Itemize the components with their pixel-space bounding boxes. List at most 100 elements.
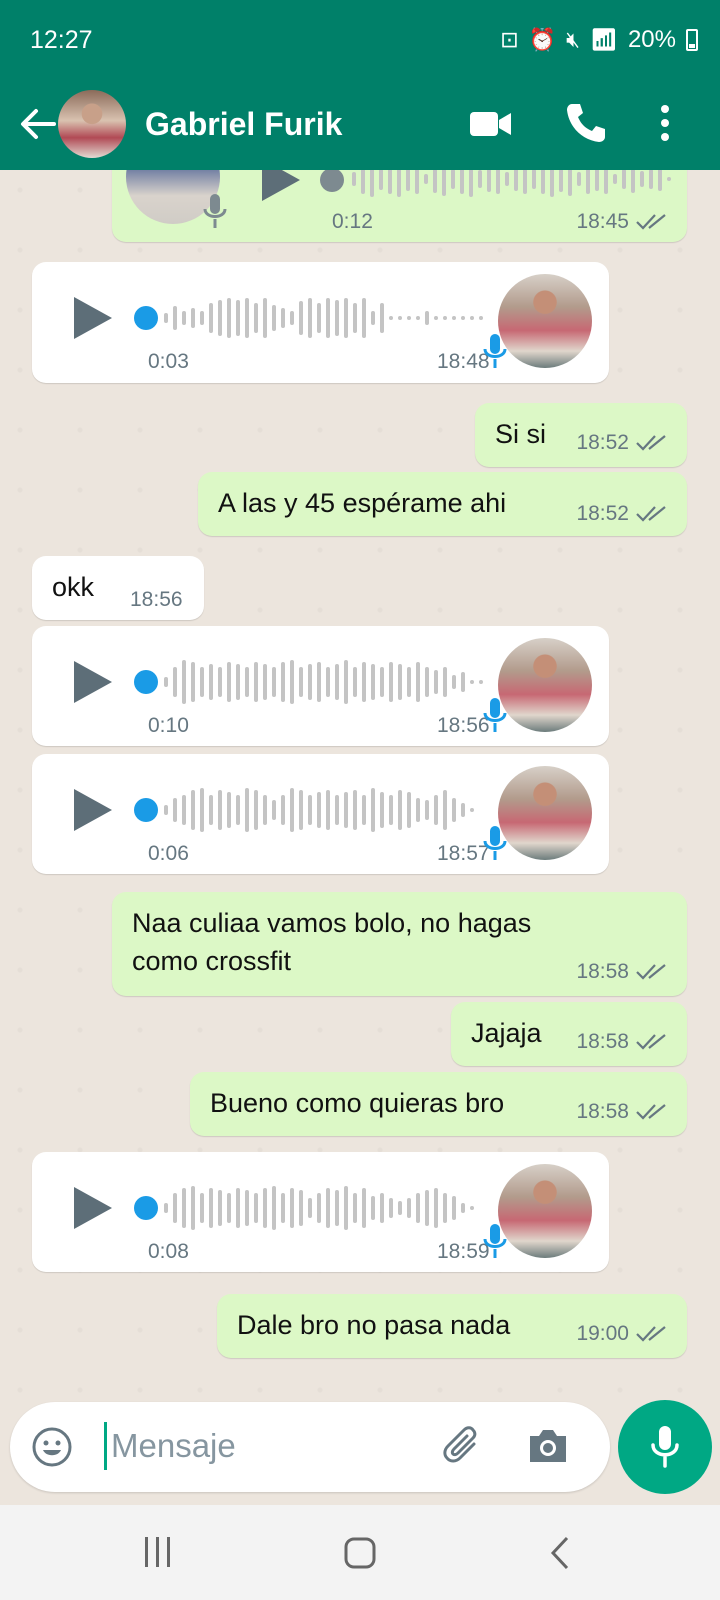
message-meta: 18:45 (576, 210, 669, 234)
message-text: A las y 45 espérame ahi (218, 488, 507, 518)
message-text: Dale bro no pasa nada (237, 1310, 511, 1340)
message-time: 18:52 (576, 502, 629, 525)
mic-icon (483, 698, 507, 732)
message-meta: 18:52 (576, 431, 669, 455)
play-button[interactable] (74, 661, 112, 703)
text-message-in[interactable]: okk 18:56 (32, 556, 204, 620)
progress-dot[interactable] (134, 1196, 158, 1220)
chat-area[interactable]: 0:12 18:45 0:03 18:48 Si si 18:52 A las … (0, 170, 720, 1400)
sender-avatar (498, 638, 592, 732)
message-meta: 19:00 (576, 1322, 669, 1346)
camera-icon[interactable] (526, 1426, 570, 1466)
read-ticks-icon (636, 1034, 666, 1050)
play-button[interactable] (74, 1187, 112, 1229)
status-time: 12:27 (30, 26, 93, 54)
back-arrow-icon[interactable] (14, 100, 62, 148)
voice-message-in[interactable]: 0:10 18:56 (32, 626, 609, 746)
text-message-out[interactable]: Jajaja 18:58 (451, 1002, 687, 1066)
mic-icon (483, 334, 507, 368)
waveform[interactable] (164, 787, 474, 833)
voice-record-button[interactable] (618, 1400, 712, 1494)
read-ticks-icon (636, 214, 666, 230)
emoji-icon[interactable] (30, 1425, 74, 1469)
text-message-out[interactable]: Dale bro no pasa nada 19:00 (217, 1294, 687, 1358)
read-ticks-icon (636, 435, 666, 451)
video-call-icon[interactable] (466, 98, 516, 148)
message-meta: 18:58 (576, 1030, 669, 1054)
mic-icon (651, 1426, 679, 1468)
waveform[interactable] (164, 295, 483, 341)
message-text: okk (52, 572, 95, 602)
text-message-out[interactable]: Si si 18:52 (475, 403, 687, 467)
read-ticks-icon (636, 964, 666, 980)
voice-message-in[interactable]: 0:08 18:59 (32, 1152, 609, 1272)
message-time: 18:45 (576, 210, 629, 233)
voice-duration: 0:12 (332, 210, 373, 233)
voice-duration: 0:06 (148, 842, 189, 865)
system-nav-bar (0, 1505, 720, 1600)
alarm-icon: ⏰ (528, 27, 557, 52)
message-time: 19:00 (576, 1322, 629, 1345)
read-ticks-icon (636, 1104, 666, 1120)
text-message-out[interactable]: A las y 45 espérame ahi 18:52 (198, 472, 687, 536)
contact-name[interactable]: Gabriel Furik (145, 106, 342, 143)
progress-dot[interactable] (134, 798, 158, 822)
message-composer[interactable]: Mensaje (10, 1402, 610, 1492)
contact-avatar[interactable] (58, 90, 126, 158)
message-time: 18:58 (576, 1030, 629, 1053)
mute-icon: 🔇︎ (566, 27, 581, 52)
play-button[interactable] (74, 297, 112, 339)
recent-apps-icon[interactable] (142, 1535, 174, 1569)
progress-dot[interactable] (134, 306, 158, 330)
sender-avatar (498, 1164, 592, 1258)
voice-message-in[interactable]: 0:03 18:48 (32, 262, 609, 383)
message-time: 18:58 (576, 1100, 629, 1123)
read-ticks-icon (636, 506, 666, 522)
message-meta: 18:52 (576, 502, 669, 526)
play-button[interactable] (74, 789, 112, 831)
mic-icon (483, 1224, 507, 1258)
message-text: Bueno como quieras bro (210, 1088, 505, 1118)
text-message-out[interactable]: Bueno como quieras bro 18:58 (190, 1072, 687, 1136)
message-text: Si si (495, 419, 547, 449)
message-time: 18:52 (576, 431, 629, 454)
play-button[interactable] (262, 170, 300, 201)
chat-header: Gabriel Furik (0, 80, 720, 170)
nav-back-icon[interactable] (548, 1535, 572, 1571)
waveform[interactable] (164, 659, 483, 705)
message-time: 18:58 (576, 960, 629, 983)
wifi-icon: 📶︎ (590, 27, 618, 52)
message-time: 18:56 (130, 588, 183, 611)
waveform[interactable] (164, 1185, 474, 1231)
voice-duration: 0:10 (148, 714, 189, 737)
mic-icon (203, 194, 227, 228)
voice-duration: 0:03 (148, 350, 189, 373)
sender-avatar (498, 766, 592, 860)
message-text: Naa culiaa vamos bolo, no hagas como cro… (132, 904, 531, 980)
voice-message-out[interactable]: 0:12 18:45 (112, 170, 687, 242)
progress-dot[interactable] (320, 170, 344, 192)
sender-avatar (498, 274, 592, 368)
notification-icon: ⊡ (500, 27, 519, 52)
read-ticks-icon (636, 1326, 666, 1342)
status-bar: 12:27 ⊡ ⏰ 🔇︎ 📶︎ 20% (0, 0, 720, 80)
more-vert-icon[interactable] (640, 98, 690, 148)
phone-icon[interactable] (560, 98, 610, 148)
message-line: Naa culiaa vamos bolo, no hagas (132, 908, 532, 938)
status-icons: ⊡ ⏰ 🔇︎ 📶︎ 20% (500, 26, 698, 54)
message-meta: 18:58 (576, 960, 669, 984)
message-text: Jajaja (471, 1018, 542, 1048)
battery-percent: 20% (627, 26, 676, 53)
waveform[interactable] (352, 170, 671, 202)
mic-icon (483, 826, 507, 860)
paperclip-icon[interactable] (440, 1424, 486, 1470)
message-meta: 18:58 (576, 1100, 669, 1124)
progress-dot[interactable] (134, 670, 158, 694)
voice-message-in[interactable]: 0:06 18:57 (32, 754, 609, 874)
text-message-out[interactable]: Naa culiaa vamos bolo, no hagas como cro… (112, 892, 687, 996)
home-icon[interactable] (342, 1535, 378, 1571)
battery-icon (686, 29, 698, 51)
message-line: como crossfit (132, 946, 292, 976)
voice-duration: 0:08 (148, 1240, 189, 1263)
message-input[interactable]: Mensaje (104, 1422, 236, 1470)
